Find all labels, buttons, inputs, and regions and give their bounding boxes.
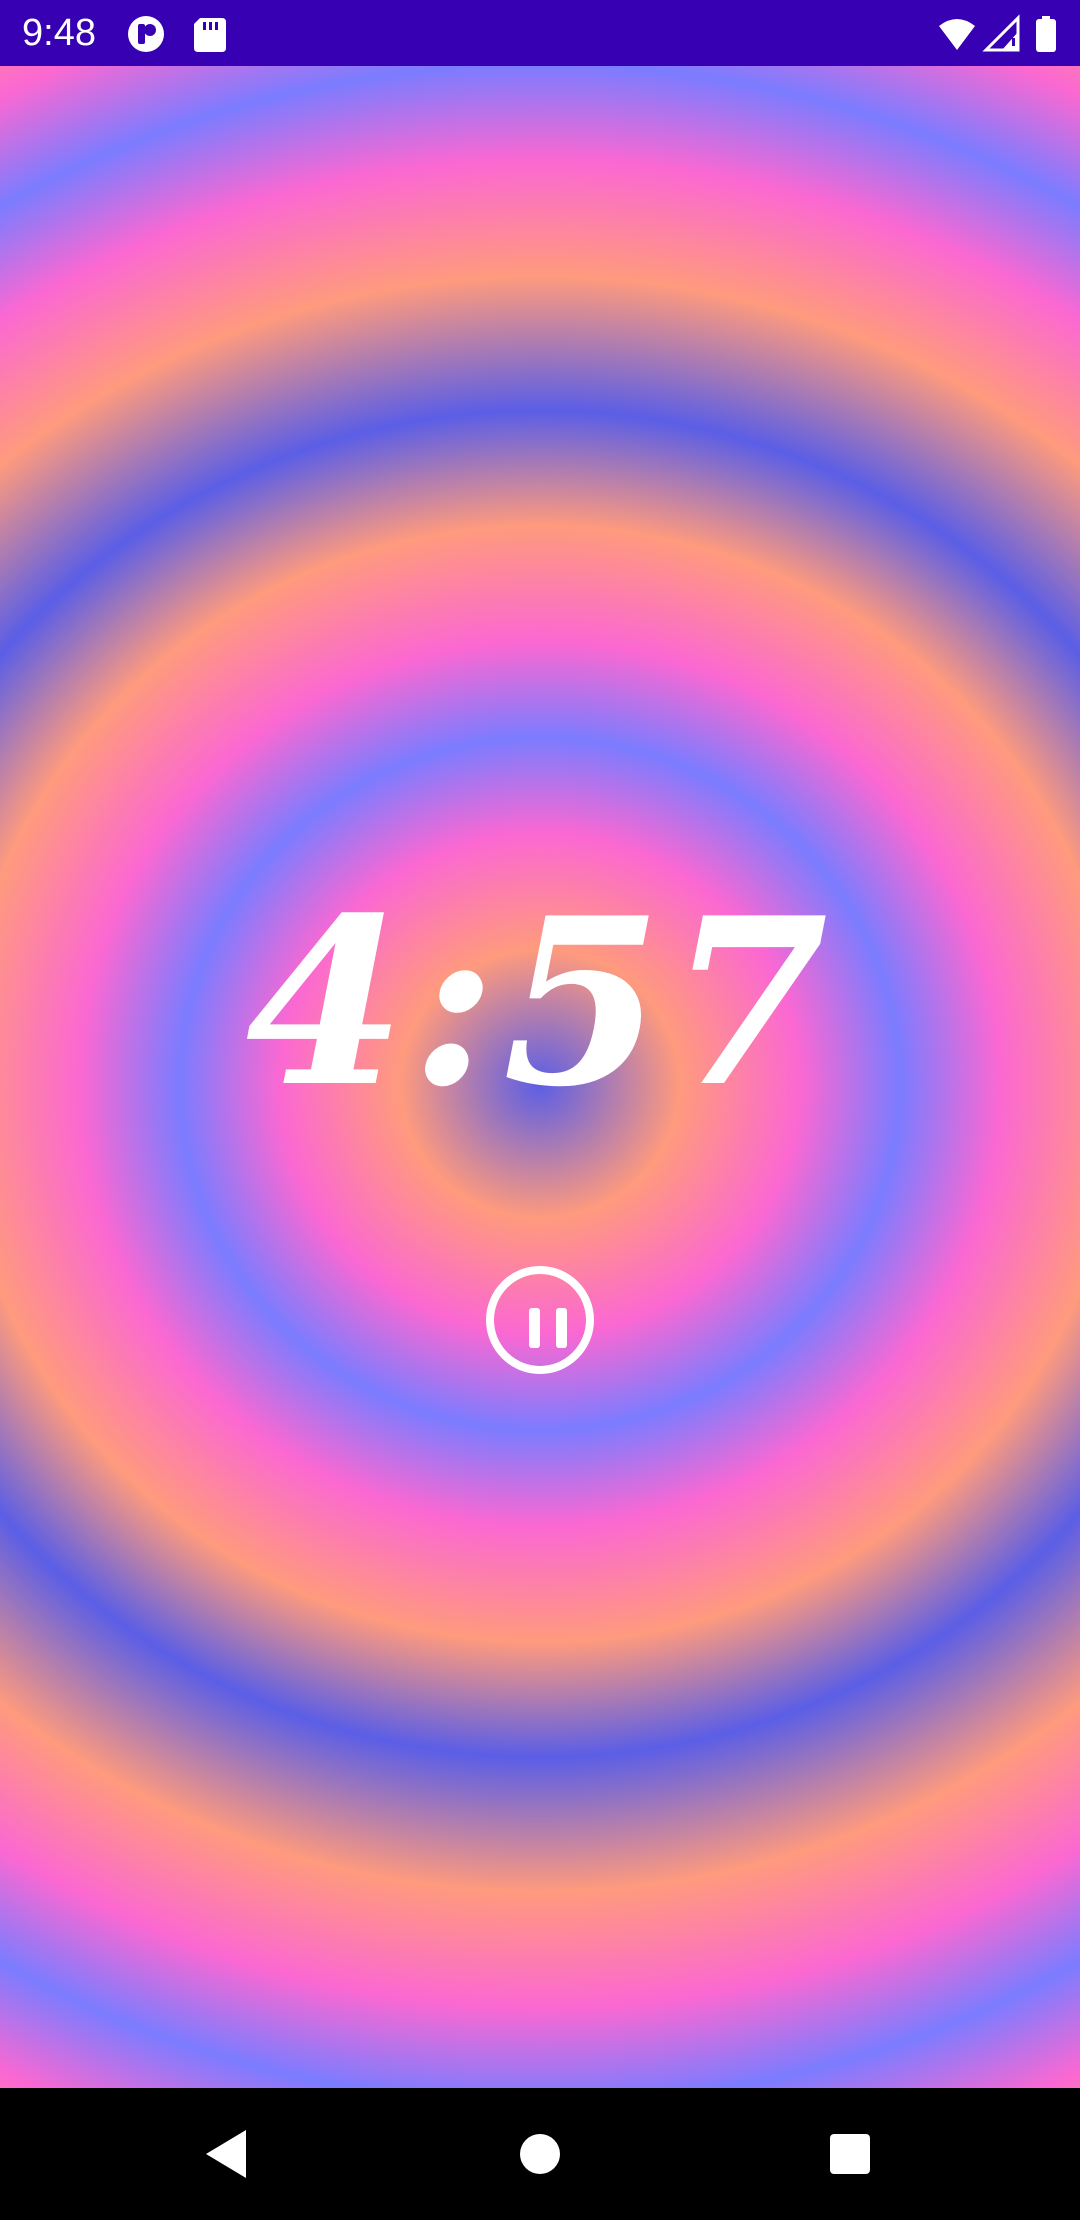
signal-icon — [982, 14, 1022, 54]
pause-button[interactable] — [486, 1266, 594, 1374]
timer-display: 4:57 — [245, 868, 835, 1138]
timer-background: 4:57 — [0, 66, 1080, 2088]
sd-card-icon — [190, 14, 230, 54]
screen: 9:48 4:57 — [0, 0, 1080, 2220]
pause-icon — [529, 1308, 540, 1348]
back-icon[interactable] — [196, 2124, 256, 2184]
navigation-bar — [0, 2088, 1080, 2220]
status-time: 9:48 — [22, 12, 96, 54]
home-icon[interactable] — [510, 2124, 570, 2184]
pause-icon — [556, 1308, 567, 1348]
status-bar: 9:48 — [0, 0, 1080, 66]
wifi-icon — [936, 14, 978, 54]
battery-icon — [1034, 14, 1058, 54]
recents-icon[interactable] — [820, 2124, 880, 2184]
notification-app-icon — [126, 14, 166, 54]
